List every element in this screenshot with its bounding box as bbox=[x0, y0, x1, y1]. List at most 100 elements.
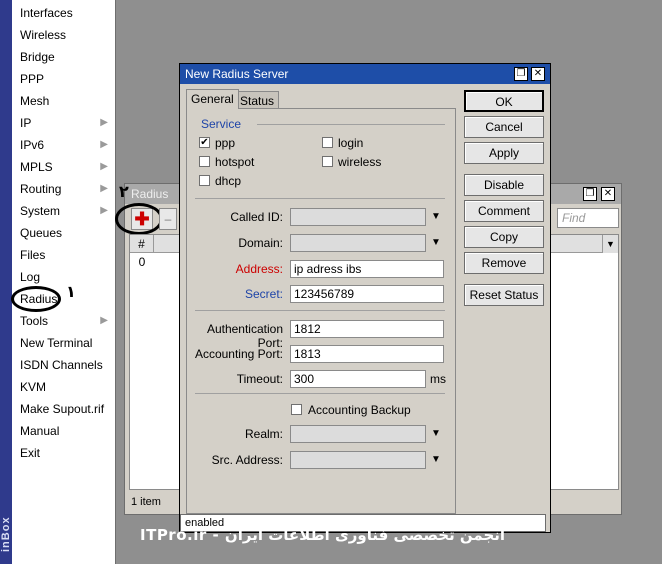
apply-button[interactable]: Apply bbox=[464, 142, 544, 164]
table-row-number[interactable]: 0 bbox=[130, 254, 154, 270]
realm-field[interactable] bbox=[290, 425, 426, 443]
find-input[interactable]: Find bbox=[557, 208, 619, 228]
step-number-1: ١ bbox=[66, 282, 76, 301]
login-checkbox[interactable] bbox=[322, 137, 333, 148]
remove-button[interactable]: Remove bbox=[464, 252, 544, 274]
hotspot-checkbox[interactable] bbox=[199, 156, 210, 167]
watermark-left: TOSINSO.COM bbox=[20, 534, 113, 549]
menu-item-label: IP bbox=[20, 116, 32, 130]
menu-item-ip[interactable]: IP ▶ bbox=[20, 114, 114, 132]
called-id-field[interactable] bbox=[290, 208, 426, 226]
menu-item-isdn-channels[interactable]: ISDN Channels bbox=[20, 356, 114, 374]
tab-status[interactable]: Status bbox=[235, 91, 280, 109]
menu-item-routing[interactable]: Routing ▶ bbox=[20, 180, 114, 198]
chevron-down-icon[interactable]: ▼ bbox=[430, 451, 442, 469]
wireless-label: wireless bbox=[338, 155, 382, 169]
submenu-arrow-icon: ▶ bbox=[100, 139, 108, 150]
divider bbox=[195, 393, 445, 394]
dhcp-label: dhcp bbox=[215, 174, 242, 188]
menu-item-files[interactable]: Files bbox=[20, 246, 114, 264]
menu-item-wireless[interactable]: Wireless bbox=[20, 26, 114, 44]
chevron-down-icon[interactable]: ▼ bbox=[430, 208, 442, 226]
close-icon[interactable]: ✕ bbox=[531, 67, 545, 81]
disable-button[interactable]: Disable bbox=[464, 174, 544, 196]
timeout-field[interactable]: 300 bbox=[290, 370, 426, 388]
timeout-unit: ms bbox=[430, 372, 446, 386]
menu-item-label: New Terminal bbox=[20, 336, 93, 350]
tab-general[interactable]: General bbox=[186, 89, 239, 109]
remove-item-button[interactable]: – bbox=[159, 208, 177, 230]
menu-item-manual[interactable]: Manual bbox=[20, 422, 114, 440]
menu-item-interfaces[interactable]: Interfaces bbox=[20, 4, 114, 22]
dialog-title: New Radius Server bbox=[180, 64, 550, 84]
menu-item-label: IPv6 bbox=[20, 138, 45, 152]
chevron-down-icon[interactable]: ▼ bbox=[430, 425, 442, 443]
main-menu: inBox Interfaces Wireless Bridge PPP Mesh IP ▶… bbox=[0, 0, 116, 564]
acct-port-label: Accounting Port: bbox=[194, 347, 283, 361]
menu-item-label: ISDN Channels bbox=[20, 358, 103, 372]
menu-item-label: MPLS bbox=[20, 160, 53, 174]
copy-button[interactable]: Copy bbox=[464, 226, 544, 248]
ppp-checkbox[interactable]: ✔ bbox=[199, 137, 210, 148]
column-chooser-icon[interactable]: ▼ bbox=[602, 235, 618, 253]
menu-item-ipv6[interactable]: IPv6 ▶ bbox=[20, 136, 114, 154]
ppp-label: ppp bbox=[215, 136, 236, 150]
new-radius-server-dialog: New Radius Server ❐ ✕ General Status Ser… bbox=[179, 63, 551, 533]
wireless-checkbox[interactable] bbox=[322, 156, 333, 167]
domain-field[interactable] bbox=[290, 234, 426, 252]
address-field[interactable]: ip adress ibs bbox=[290, 260, 444, 278]
restore-icon[interactable]: ❐ bbox=[514, 67, 528, 81]
chevron-down-icon[interactable]: ▼ bbox=[430, 234, 442, 252]
comment-button[interactable]: Comment bbox=[464, 200, 544, 222]
menu-item-tools[interactable]: Tools ▶ bbox=[20, 312, 114, 330]
login-label: login bbox=[338, 136, 364, 150]
close-icon[interactable]: ✕ bbox=[601, 187, 615, 201]
menu-item-make-supout-rif[interactable]: Make Supout.rif bbox=[20, 400, 114, 418]
menu-item-label: Manual bbox=[20, 424, 60, 438]
menu-item-label: System bbox=[20, 204, 61, 218]
divider bbox=[195, 198, 445, 199]
menu-item-ppp[interactable]: PPP bbox=[20, 70, 114, 88]
ok-button[interactable]: OK bbox=[464, 90, 544, 112]
winbox-vertical-strip: inBox bbox=[0, 0, 12, 564]
general-panel: Service ✔ ppp login hotspot wireless dhc… bbox=[186, 108, 456, 514]
menu-item-queues[interactable]: Queues bbox=[20, 224, 114, 242]
step-number-2: ٢ bbox=[119, 182, 129, 201]
menu-item-kvm[interactable]: KVM bbox=[20, 378, 114, 396]
divider bbox=[257, 124, 445, 125]
accounting-backup-label: Accounting Backup bbox=[308, 403, 411, 417]
menu-item-new-terminal[interactable]: New Terminal bbox=[20, 334, 114, 352]
realm-label: Realm: bbox=[244, 427, 283, 441]
menu-item-label: Interfaces bbox=[20, 6, 73, 20]
secret-field[interactable]: 123456789 bbox=[290, 285, 444, 303]
menu-item-mpls[interactable]: MPLS ▶ bbox=[20, 158, 114, 176]
src-address-field[interactable] bbox=[290, 451, 426, 469]
menu-item-label: Tools bbox=[20, 314, 49, 328]
address-label: Address: bbox=[235, 262, 283, 276]
dhcp-checkbox[interactable] bbox=[199, 175, 210, 186]
called-id-label: Called ID: bbox=[230, 210, 283, 224]
cancel-button[interactable]: Cancel bbox=[464, 116, 544, 138]
reset-status-button[interactable]: Reset Status bbox=[464, 284, 544, 306]
menu-item-system[interactable]: System ▶ bbox=[20, 202, 114, 220]
restore-icon[interactable]: ❐ bbox=[583, 187, 597, 201]
auth-port-label: Authentication Port: bbox=[206, 322, 283, 350]
acct-port-field[interactable]: 1813 bbox=[290, 345, 444, 363]
submenu-arrow-icon: ▶ bbox=[100, 117, 108, 128]
menu-item-exit[interactable]: Exit bbox=[20, 444, 114, 462]
domain-label: Domain: bbox=[238, 236, 283, 250]
menu-item-bridge[interactable]: Bridge bbox=[20, 48, 114, 66]
submenu-arrow-icon: ▶ bbox=[100, 183, 108, 194]
submenu-arrow-icon: ▶ bbox=[100, 205, 108, 216]
radius-highlight-circle bbox=[11, 286, 61, 312]
menu-item-label: PPP bbox=[20, 72, 45, 86]
submenu-arrow-icon: ▶ bbox=[100, 315, 108, 326]
watermark-right: ITPro.ir - انجمن تخصصی فناوری اطلاعات ای… bbox=[140, 526, 506, 544]
menu-item-mesh[interactable]: Mesh bbox=[20, 92, 114, 110]
auth-port-field[interactable]: 1812 bbox=[290, 320, 444, 338]
submenu-arrow-icon: ▶ bbox=[100, 161, 108, 172]
menu-item-label: Bridge bbox=[20, 50, 55, 64]
menu-item-label: Log bbox=[20, 270, 41, 284]
accounting-backup-checkbox[interactable] bbox=[291, 404, 302, 415]
column-header-number[interactable]: # bbox=[130, 235, 154, 253]
